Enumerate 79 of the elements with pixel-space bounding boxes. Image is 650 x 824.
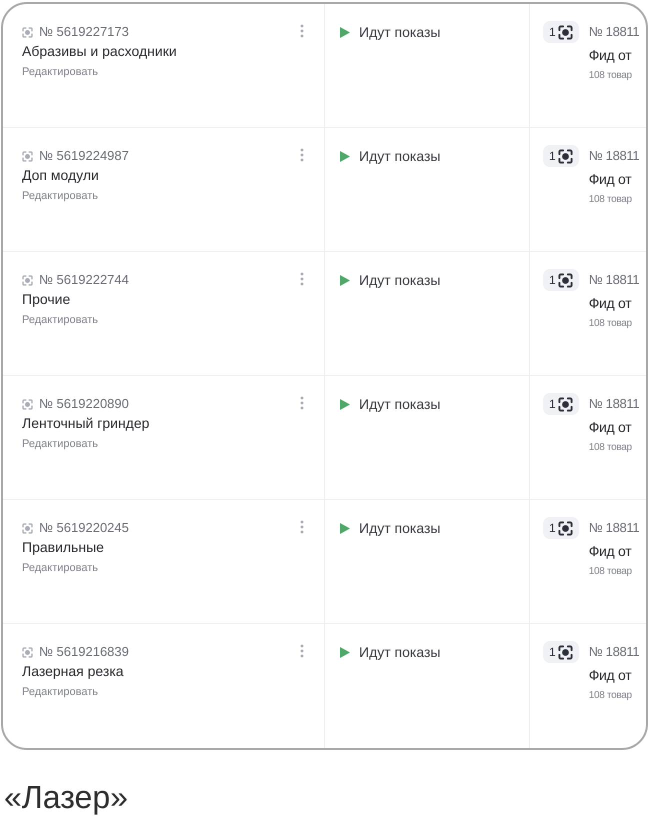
- count-text: 1: [549, 149, 556, 163]
- target-icon: [22, 150, 33, 162]
- target-icon: [558, 24, 573, 40]
- status-label: Идут показы: [359, 644, 440, 660]
- count-text: 1: [549, 521, 556, 535]
- campaign-number: № 5619227173: [39, 24, 129, 40]
- feed-number: № 18811: [588, 148, 640, 164]
- feed-items: 108 товар: [588, 69, 633, 82]
- target-icon: [22, 522, 33, 534]
- campaign-name: Правильные: [22, 538, 104, 556]
- feed-items: 108 товар: [588, 565, 633, 578]
- count-text: 1: [549, 273, 556, 287]
- edit-link[interactable]: Редактировать: [22, 65, 98, 79]
- play-icon: [340, 26, 350, 38]
- campaign-name: Абразивы и расходники: [22, 42, 177, 60]
- more-button[interactable]: [298, 270, 306, 288]
- feed-items: 108 товар: [588, 689, 633, 702]
- campaign-number: № 5619222744: [39, 272, 129, 288]
- campaign-number: № 5619220245: [39, 520, 129, 536]
- campaign-number: № 5619220890: [39, 396, 129, 412]
- status-label: Идут показы: [359, 24, 440, 40]
- target-icon: [22, 274, 33, 286]
- feed-items: 108 товар: [588, 441, 633, 454]
- more-button[interactable]: [298, 146, 306, 164]
- target-icon: [558, 396, 573, 412]
- edit-link[interactable]: Редактировать: [22, 437, 98, 451]
- count-text: 1: [549, 645, 556, 659]
- feed-number: № 18811: [588, 24, 640, 40]
- more-button[interactable]: [298, 518, 306, 536]
- feed-items: 108 товар: [588, 317, 633, 330]
- kebab-icon: [300, 148, 304, 162]
- feed-name: Фид от: [588, 295, 632, 311]
- feed-name: Фид от: [588, 171, 632, 187]
- status-label: Идут показы: [359, 148, 440, 164]
- feed-number: № 18811: [588, 272, 640, 288]
- status-label: Идут показы: [359, 272, 440, 288]
- more-button[interactable]: [298, 642, 306, 660]
- target-icon: [558, 520, 573, 536]
- campaign-name: Доп модули: [22, 166, 99, 184]
- campaign-name: Прочие: [22, 290, 70, 308]
- status-label: Идут показы: [359, 396, 440, 412]
- kebab-icon: [300, 272, 304, 286]
- kebab-icon: [300, 396, 304, 410]
- count-text: 1: [549, 25, 556, 39]
- play-icon: [340, 398, 350, 410]
- feed-items: 108 товар: [588, 193, 633, 206]
- target-icon: [22, 398, 33, 410]
- count-text: 1: [549, 397, 556, 411]
- feed-name: Фид от: [588, 419, 632, 435]
- caption: «Лазер»: [4, 779, 128, 815]
- play-icon: [340, 274, 350, 286]
- campaign-number: № 5619224987: [39, 148, 129, 164]
- more-button[interactable]: [298, 394, 306, 412]
- feed-number: № 18811: [588, 520, 640, 536]
- edit-link[interactable]: Редактировать: [22, 685, 98, 699]
- feed-name: Фид от: [588, 543, 632, 559]
- kebab-icon: [300, 24, 304, 38]
- kebab-icon: [300, 520, 304, 534]
- edit-link[interactable]: Редактировать: [22, 313, 98, 327]
- target-icon: [558, 272, 573, 288]
- play-icon: [340, 646, 350, 658]
- target-icon: [558, 148, 573, 164]
- feed-number: № 18811: [588, 644, 640, 660]
- kebab-icon: [300, 644, 304, 658]
- edit-link[interactable]: Редактировать: [22, 561, 98, 575]
- target-icon: [22, 26, 33, 38]
- target-icon: [558, 644, 573, 660]
- feed-number: № 18811: [588, 396, 640, 412]
- play-icon: [340, 150, 350, 162]
- campaign-name: Лазерная резка: [22, 662, 124, 680]
- target-icon: [22, 646, 33, 658]
- more-button[interactable]: [298, 22, 306, 40]
- campaign-number: № 5619216839: [39, 644, 129, 660]
- play-icon: [340, 522, 350, 534]
- campaign-name: Ленточный гриндер: [22, 414, 150, 432]
- feed-name: Фид от: [588, 667, 632, 683]
- status-label: Идут показы: [359, 520, 440, 536]
- edit-link[interactable]: Редактировать: [22, 189, 98, 203]
- feed-name: Фид от: [588, 47, 632, 63]
